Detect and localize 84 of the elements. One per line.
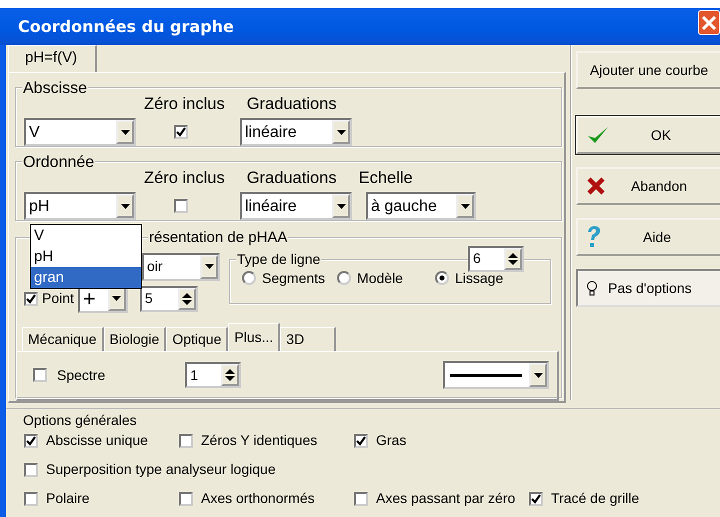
checkbox[interactable] — [529, 492, 543, 506]
group-label: Options générales — [22, 412, 138, 429]
checkbox-label: Tracé de grille — [551, 490, 640, 508]
tab[interactable]: pH=f(V) — [8, 45, 98, 72]
button[interactable]: Abandon — [576, 167, 720, 205]
line-sample-icon — [448, 373, 524, 380]
checkbox-label: Axes passant par zéro — [376, 490, 516, 508]
radio-button[interactable] — [242, 270, 256, 285]
column-header: Graduations — [246, 169, 337, 190]
close-button[interactable] — [698, 10, 720, 35]
checkbox[interactable] — [24, 492, 38, 506]
radio-button[interactable] — [337, 270, 352, 285]
checkbox-label: Zéros Y identiques — [201, 432, 318, 450]
check-icon — [26, 436, 36, 446]
caret-icon — [204, 264, 214, 270]
dropdown[interactable]: linéaire — [240, 192, 352, 220]
up-down-arrows-icon — [508, 252, 518, 266]
caret-icon — [112, 296, 122, 302]
dropdown[interactable]: à gauche — [366, 192, 476, 220]
dropdown-option[interactable]: pH — [31, 246, 141, 267]
close-icon — [702, 16, 716, 30]
group-label: Type de ligne — [236, 250, 322, 268]
check-icon — [26, 294, 36, 304]
column-header: Zéro inclus — [144, 95, 225, 116]
check-icon — [531, 494, 541, 504]
button[interactable]: Pas d'options — [576, 269, 720, 307]
radio-dot-icon — [438, 274, 445, 281]
checkbox-label: Polaire — [46, 490, 90, 508]
radio-label: Segments — [262, 270, 326, 286]
caret-icon — [120, 204, 130, 209]
checkbox[interactable] — [24, 462, 38, 477]
up-down-arrows-icon — [182, 292, 192, 306]
column-header: Zéro inclus — [144, 169, 225, 190]
radio-button[interactable] — [434, 270, 449, 285]
checkbox-label: Spectre — [57, 366, 106, 384]
column-header: Echelle — [358, 169, 413, 190]
caret-icon — [120, 130, 130, 135]
dropdown[interactable]: V — [24, 118, 136, 146]
tab[interactable]: Biologie — [104, 326, 166, 351]
radio-label: Lissage — [454, 270, 504, 286]
checkbox[interactable] — [179, 434, 193, 448]
checkbox[interactable] — [24, 434, 38, 448]
checkbox[interactable] — [174, 125, 188, 140]
checkbox-label: Superposition type analyseur logique — [46, 461, 276, 478]
group-label: résentation de pHAA — [148, 229, 288, 247]
button[interactable]: OK — [576, 116, 720, 154]
spin-field[interactable]: 1 — [185, 362, 242, 388]
tab[interactable]: 3D — [280, 326, 336, 351]
check-icon — [356, 436, 366, 446]
tab[interactable]: Plus... — [228, 322, 280, 351]
spin-field[interactable]: 6 — [468, 246, 524, 272]
tab[interactable]: Optique — [166, 326, 228, 351]
check-icon — [176, 127, 186, 138]
caret-icon — [336, 130, 346, 135]
dropdown[interactable]: pH — [24, 192, 136, 220]
button[interactable]: Aide — [576, 218, 720, 256]
checkbox[interactable] — [33, 368, 47, 382]
checkbox[interactable] — [354, 492, 368, 506]
caret-icon — [534, 372, 542, 378]
checkbox[interactable] — [179, 492, 193, 506]
dropdown[interactable]: oir — [142, 252, 220, 281]
caret-icon — [336, 204, 346, 209]
radio-label: Modèle — [357, 270, 403, 286]
dropdown-option[interactable]: gran — [31, 267, 141, 288]
checkbox-label: Axes orthonormés — [201, 490, 315, 508]
spin-field[interactable]: 5 — [140, 286, 198, 312]
caret-icon — [460, 204, 470, 209]
checkbox-label: Gras — [376, 432, 406, 450]
tab[interactable]: Mécanique — [22, 326, 104, 351]
checkbox[interactable] — [24, 292, 38, 306]
help-icon — [586, 225, 602, 249]
checkbox-label: Point — [42, 290, 74, 308]
dropdown[interactable]: linéaire — [240, 118, 352, 146]
up-down-arrows-icon — [225, 368, 236, 382]
checkbox[interactable] — [174, 199, 188, 214]
button[interactable]: Ajouter une courbe — [576, 51, 720, 89]
checkbox[interactable] — [354, 434, 368, 448]
window-title: Coordonnées du graphe — [18, 16, 234, 36]
lightbulb-icon — [586, 280, 598, 296]
cross-icon — [586, 176, 606, 196]
line-style-dropdown[interactable] — [443, 361, 549, 390]
dropdown-option[interactable]: V — [31, 225, 141, 246]
checkbox-label: Abscisse unique — [46, 432, 148, 450]
column-header: Graduations — [246, 95, 337, 116]
